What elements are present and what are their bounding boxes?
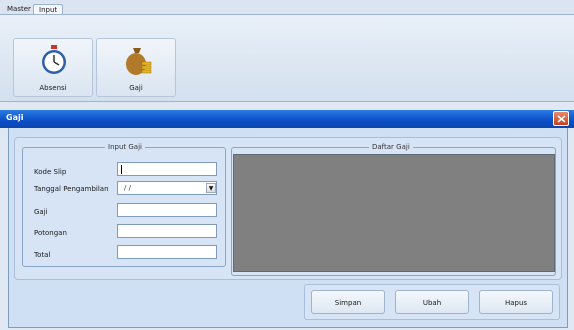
total-field[interactable] bbox=[117, 245, 217, 259]
potongan-field[interactable] bbox=[117, 224, 217, 238]
date-dropdown-button[interactable]: ▼ bbox=[206, 183, 216, 193]
gaji-label: Gaji bbox=[129, 84, 143, 92]
form-title-bar[interactable]: Gaji bbox=[0, 110, 574, 128]
gaji-field-label: Gaji bbox=[34, 208, 48, 216]
total-label: Total bbox=[34, 251, 51, 259]
chevron-down-icon: ▼ bbox=[208, 185, 214, 192]
money-bag-icon bbox=[126, 48, 152, 75]
daftar-gaji-title: Daftar Gaji bbox=[369, 143, 413, 151]
kode-slip-label: Kode Slip bbox=[34, 168, 67, 176]
ubah-button[interactable]: Ubah bbox=[395, 290, 469, 314]
tanggal-pengambilan-value: / / bbox=[124, 184, 131, 192]
ribbon-tab-bar bbox=[0, 0, 574, 14]
hapus-button[interactable]: Hapus bbox=[479, 290, 553, 314]
close-button[interactable] bbox=[553, 111, 569, 126]
kode-slip-field[interactable] bbox=[117, 162, 217, 176]
text-caret bbox=[121, 165, 122, 174]
potongan-label: Potongan bbox=[34, 229, 67, 237]
gaji-button[interactable]: Gaji bbox=[96, 38, 176, 97]
stopwatch-icon bbox=[42, 45, 66, 74]
simpan-button[interactable]: Simpan bbox=[311, 290, 385, 314]
absensi-label: Absensi bbox=[39, 84, 67, 92]
tanggal-pengambilan-picker[interactable]: / / ▼ bbox=[117, 181, 217, 195]
form-title: Gaji bbox=[6, 113, 24, 122]
gaji-field[interactable] bbox=[117, 203, 217, 217]
close-icon bbox=[557, 115, 566, 123]
daftar-gaji-grid[interactable] bbox=[233, 154, 555, 272]
tanggal-pengambilan-label: Tanggal Pengambilan bbox=[34, 185, 109, 193]
input-gaji-title: Input Gaji bbox=[105, 143, 145, 151]
absensi-button[interactable]: Absensi bbox=[13, 38, 93, 97]
